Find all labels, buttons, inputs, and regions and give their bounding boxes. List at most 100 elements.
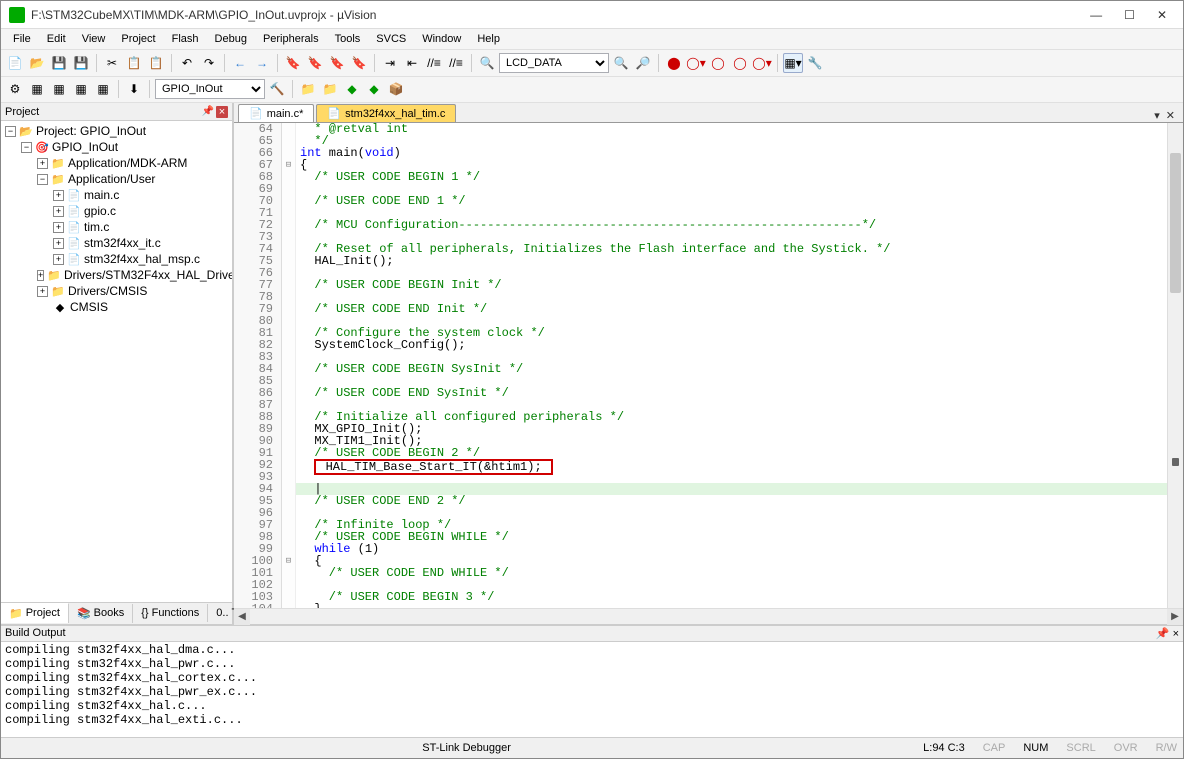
debug-start-button[interactable]: ⬤ [664, 53, 684, 73]
pack-installer-button[interactable]: 📦 [386, 79, 406, 99]
build-button[interactable]: ▦ [27, 79, 47, 99]
redo-button[interactable]: ↷ [199, 53, 219, 73]
tree-node[interactable]: +📁Drivers/CMSIS [3, 283, 230, 299]
build-output-text[interactable]: compiling stm32f4xx_hal_dma.c...compilin… [1, 642, 1183, 737]
scroll-left-icon[interactable]: ◀ [234, 609, 250, 625]
menu-view[interactable]: View [74, 30, 114, 48]
code-line[interactable]: /* MCU Configuration--------------------… [296, 219, 1183, 231]
nav-back-button[interactable]: ← [230, 53, 250, 73]
manage-project-button[interactable]: 📁 [298, 79, 318, 99]
panel-tab-books[interactable]: 📚Books [69, 604, 133, 623]
code-line[interactable]: HAL_TIM_Base_Start_IT(&htim1); [296, 459, 1183, 471]
manage-rte-button[interactable]: ◆ [342, 79, 362, 99]
target-options-button[interactable]: 🔨 [267, 79, 287, 99]
bookmark-clear-button[interactable]: 🔖 [349, 53, 369, 73]
find-in-files-button[interactable]: 🔍 [611, 53, 631, 73]
comment-button[interactable]: //≡ [424, 53, 444, 73]
save-button[interactable]: 💾 [49, 53, 69, 73]
code-line[interactable]: HAL_Init(); [296, 255, 1183, 267]
expander-icon[interactable]: + [37, 270, 44, 281]
uncomment-button[interactable]: //≡ [446, 53, 466, 73]
debug-step-button[interactable]: ◯ [730, 53, 750, 73]
tree-node[interactable]: −📂Project: GPIO_InOut [3, 123, 230, 139]
debug-reset-button[interactable]: ◯▾ [752, 53, 772, 73]
incremental-find-button[interactable]: 🔎 [633, 53, 653, 73]
code-editor[interactable]: 6465666768697071727374757677787980818283… [234, 123, 1183, 608]
menu-edit[interactable]: Edit [39, 30, 74, 48]
code-line[interactable]: * @retval int [296, 123, 1183, 135]
panel-tab-functions[interactable]: {}Functions [133, 604, 208, 622]
project-tree[interactable]: −📂Project: GPIO_InOut−🎯GPIO_InOut+📁Appli… [1, 121, 232, 602]
expander-icon[interactable]: − [5, 126, 16, 137]
code-line[interactable]: */ [296, 135, 1183, 147]
debug-run-button[interactable]: ◯ [708, 53, 728, 73]
horizontal-scrollbar[interactable]: ◀ ▶ [234, 608, 1183, 624]
bookmark-prev-button[interactable]: 🔖 [305, 53, 325, 73]
menu-help[interactable]: Help [469, 30, 508, 48]
indent-button[interactable]: ⇥ [380, 53, 400, 73]
tree-node[interactable]: +📁Application/MDK-ARM [3, 155, 230, 171]
tree-node[interactable]: +📄stm32f4xx_it.c [3, 235, 230, 251]
rebuild-button[interactable]: ▦ [49, 79, 69, 99]
bookmark-toggle-button[interactable]: 🔖 [283, 53, 303, 73]
download-button[interactable]: ⬇ [124, 79, 144, 99]
expander-icon[interactable]: + [53, 222, 64, 233]
code-line[interactable]: /* USER CODE END 1 */ [296, 195, 1183, 207]
code-line[interactable]: /* USER CODE BEGIN 1 */ [296, 171, 1183, 183]
expander-icon[interactable]: − [21, 142, 32, 153]
code-line[interactable]: /* USER CODE END Init */ [296, 303, 1183, 315]
code-line[interactable]: /* USER CODE BEGIN SysInit */ [296, 363, 1183, 375]
tree-node[interactable]: ◆CMSIS [3, 299, 230, 315]
code-line[interactable]: SystemClock_Config(); [296, 339, 1183, 351]
expander-icon[interactable]: + [53, 238, 64, 249]
cut-button[interactable]: ✂ [102, 53, 122, 73]
undo-button[interactable]: ↶ [177, 53, 197, 73]
code-text[interactable]: * @retval int */int main(void){ /* USER … [296, 123, 1183, 608]
menu-project[interactable]: Project [113, 30, 163, 48]
copy-button[interactable]: 📋 [124, 53, 144, 73]
select-packs-button[interactable]: ◆ [364, 79, 384, 99]
maximize-button[interactable]: ☐ [1124, 8, 1135, 22]
menu-debug[interactable]: Debug [207, 30, 255, 48]
tree-node[interactable]: −📁Application/User [3, 171, 230, 187]
code-line[interactable]: /* Initialize all configured peripherals… [296, 411, 1183, 423]
scrollbar-thumb[interactable] [1170, 153, 1181, 293]
minimize-button[interactable]: — [1090, 8, 1102, 22]
pin-icon[interactable]: 📌 [1156, 628, 1170, 640]
vertical-scrollbar[interactable] [1167, 123, 1183, 608]
menu-flash[interactable]: Flash [164, 30, 207, 48]
editor-tab[interactable]: 📄stm32f4xx_hal_tim.c [316, 104, 456, 122]
code-line[interactable]: /* USER CODE END WHILE */ [296, 567, 1183, 579]
scroll-right-icon[interactable]: ▶ [1167, 609, 1183, 625]
tree-node[interactable]: +📄tim.c [3, 219, 230, 235]
manage-multi-project-button[interactable]: 📁 [320, 79, 340, 99]
batch-build-button[interactable]: ▦ [71, 79, 91, 99]
code-line[interactable]: /* USER CODE BEGIN WHILE */ [296, 531, 1183, 543]
new-file-button[interactable]: 📄 [5, 53, 25, 73]
nav-forward-button[interactable]: → [252, 53, 272, 73]
code-line[interactable]: while (1) [296, 543, 1183, 555]
expander-icon[interactable]: + [37, 286, 48, 297]
editor-tab-close-icon[interactable]: ✕ [1166, 109, 1175, 122]
tree-node[interactable]: −🎯GPIO_InOut [3, 139, 230, 155]
open-file-button[interactable]: 📂 [27, 53, 47, 73]
configure-button[interactable]: 🔧 [805, 53, 825, 73]
close-panel-button[interactable]: × [216, 106, 228, 118]
close-button[interactable]: ✕ [1157, 8, 1167, 22]
fold-icon[interactable]: ⊟ [282, 555, 295, 567]
close-panel-button[interactable]: × [1173, 628, 1179, 640]
fold-column[interactable]: ⊟⊟ [282, 123, 296, 608]
code-line[interactable]: /* Reset of all peripherals, Initializes… [296, 243, 1183, 255]
code-line[interactable]: /* USER CODE END SysInit */ [296, 387, 1183, 399]
find-icon[interactable]: 🔍 [477, 53, 497, 73]
expander-icon[interactable]: + [53, 206, 64, 217]
debug-stop-button[interactable]: ◯▾ [686, 53, 706, 73]
expander-icon[interactable]: + [53, 190, 64, 201]
menu-window[interactable]: Window [414, 30, 469, 48]
editor-tab[interactable]: 📄main.c* [238, 104, 314, 122]
panel-tab-project[interactable]: 📁Project [1, 603, 69, 623]
find-combo[interactable]: LCD_DATA [499, 53, 609, 73]
menu-tools[interactable]: Tools [327, 30, 369, 48]
code-line[interactable]: /* USER CODE BEGIN 3 */ [296, 591, 1183, 603]
tree-node[interactable]: +📄stm32f4xx_hal_msp.c [3, 251, 230, 267]
